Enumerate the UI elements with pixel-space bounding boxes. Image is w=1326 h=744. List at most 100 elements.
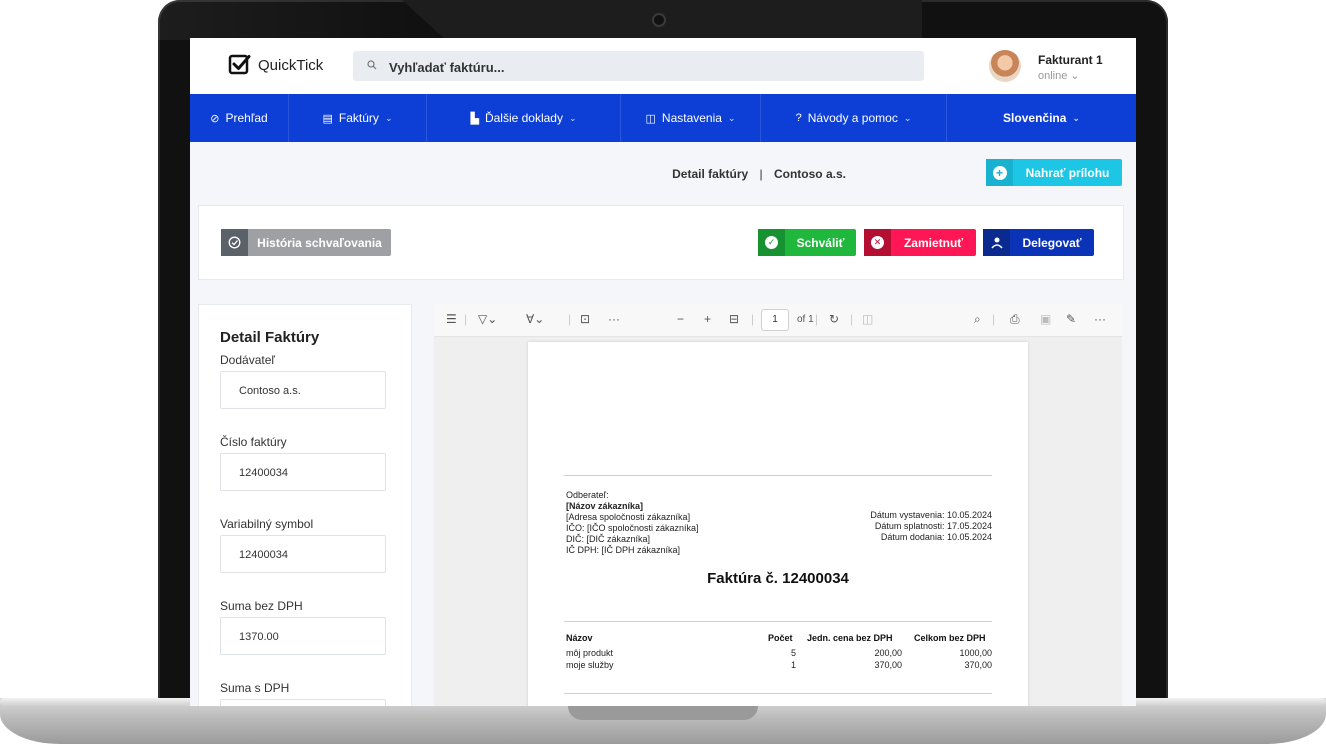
toolbar-divider: | (568, 312, 572, 326)
pdf-toolbar: ☰ | ▽⌄ ∀⌄ | ⊡ ··· − + ⊟ | 1 of 1 | ↻ | ◫… (434, 304, 1122, 337)
help-icon: ? (795, 112, 802, 124)
search-icon (367, 60, 377, 70)
app-screen: QuickTick Fakturant 1 online ⌄ ⊘ Prehľad… (190, 38, 1136, 706)
zoom-out-icon[interactable]: − (677, 312, 684, 326)
supplier-label: Dodávateľ (220, 353, 275, 367)
approval-history-button[interactable]: História schvaľovania (221, 229, 391, 256)
supplier-field[interactable]: Contoso a.s. (220, 371, 386, 409)
more-options-icon[interactable]: ··· (1094, 312, 1106, 326)
bezel-highlight (158, 0, 418, 40)
amount-excl-vat-label: Suma bez DPH (220, 599, 303, 613)
customer-label: Odberateľ: (566, 490, 609, 500)
chart-icon: ▙ (470, 112, 479, 125)
chevron-down-icon: ⌄ (568, 112, 577, 123)
save-icon[interactable]: ▣ (1040, 312, 1051, 326)
main-nav: ⊘ Prehľad ▤ Faktúry ⌄ ▙ Ďalšie doklady ⌄… (190, 94, 1136, 142)
due-date: Dátum splatnosti: 17.05.2024 (874, 521, 992, 531)
draw-icon[interactable]: ∀⌄ (526, 312, 544, 326)
amount-incl-vat-field[interactable] (220, 699, 386, 706)
highlight-icon[interactable]: ▽⌄ (478, 312, 497, 326)
zoom-in-icon[interactable]: + (704, 312, 711, 326)
row-name: môj produkt (566, 648, 614, 658)
approval-actions-card: História schvaľovania ✓ Schváliť ✕ Zamie… (198, 205, 1124, 280)
search-icon[interactable]: ⌕ (974, 312, 981, 327)
chevron-down-icon: ⌄ (1072, 112, 1080, 123)
variable-symbol-field[interactable]: 12400034 (220, 535, 386, 573)
nav-label: Návody a pomoc (807, 111, 898, 125)
row-qty: 5 (790, 648, 796, 658)
approve-label: Schváliť (796, 235, 845, 250)
delivery-date: Dátum dodania: 10.05.2024 (880, 532, 992, 542)
invoice-number-field[interactable]: 12400034 (220, 453, 386, 491)
delegate-button[interactable]: Delegovať (983, 229, 1094, 256)
variable-symbol-label: Variabilný symbol (220, 517, 314, 531)
pdf-divider (564, 693, 992, 694)
nav-label: Faktúry (338, 111, 379, 125)
toolbar-divider: | (815, 312, 819, 326)
breadcrumb-company[interactable]: Contoso a.s. (774, 167, 846, 181)
webcam (652, 13, 666, 27)
column-header: Počet (768, 633, 793, 643)
toolbar-divider: | (751, 312, 755, 326)
outline-icon[interactable]: ☰ (446, 312, 457, 326)
breadcrumb-page[interactable]: Detail faktúry (672, 167, 748, 181)
page-view-icon[interactable]: ◫ (862, 312, 873, 326)
close-icon: ✕ (864, 229, 891, 256)
row-name: moje služby (566, 660, 614, 670)
column-header: Celkom bez DPH (914, 633, 986, 643)
reject-button[interactable]: ✕ Zamietnuť (864, 229, 976, 256)
row-total: 370,00 (964, 660, 992, 670)
nav-item-navody[interactable]: ? Návody a pomoc ⌄ (761, 94, 947, 142)
invoice-number-label: Číslo faktúry (220, 435, 287, 449)
amount-excl-vat-field[interactable]: 1370.00 (220, 617, 386, 655)
pdf-viewer: ☰ | ▽⌄ ∀⌄ | ⊡ ··· − + ⊟ | 1 of 1 | ↻ | ◫… (434, 304, 1122, 706)
user-status-dropdown[interactable]: online ⌄ (1038, 69, 1080, 82)
reject-label: Zamietnuť (903, 235, 964, 250)
plus-circle-icon: + (986, 159, 1013, 186)
row-unit-price: 200,00 (874, 648, 902, 658)
history-label: História schvaľovania (257, 235, 382, 250)
top-header: QuickTick Fakturant 1 online ⌄ (190, 38, 1136, 94)
text-box-icon[interactable]: ⊡ (580, 312, 590, 326)
search-bar[interactable] (353, 51, 924, 83)
toolbar-divider: | (992, 312, 996, 326)
column-header: Jedn. cena bez DPH (807, 633, 893, 643)
column-header: Názov (566, 633, 593, 643)
delegate-label: Delegovať (1022, 235, 1082, 250)
laptop-hinge (568, 706, 758, 720)
search-input[interactable] (387, 51, 911, 83)
issue-date: Dátum vystavenia: 10.05.2024 (870, 510, 992, 520)
invoice-title: Faktúra č. 12400034 (707, 570, 849, 587)
chevron-down-icon: ⌄ (903, 112, 912, 123)
language-selector[interactable]: Slovenčina ⌄ (947, 94, 1136, 142)
nav-item-nastavenia[interactable]: ◫ Nastavenia ⌄ (621, 94, 761, 142)
page-number-input[interactable]: 1 (761, 309, 789, 331)
panel-title: Detail Faktúry (220, 329, 320, 346)
customer-block: Odberateľ: [Názov zákazníka] [Adresa spo… (566, 490, 699, 556)
more-tools-icon[interactable]: ··· (608, 312, 620, 326)
breadcrumb: Detail faktúry | Contoso a.s. (672, 167, 846, 181)
nav-item-dalsie-doklady[interactable]: ▙ Ďalšie doklady ⌄ (427, 94, 621, 142)
approve-button[interactable]: ✓ Schváliť (758, 229, 856, 256)
row-qty: 1 (790, 660, 796, 670)
upload-label: Nahrať prílohu (1025, 165, 1110, 180)
toolbar-divider: | (850, 312, 854, 326)
brand-name[interactable]: QuickTick (258, 57, 323, 74)
row-unit-price: 370,00 (874, 660, 902, 670)
pdf-divider (564, 621, 992, 622)
user-avatar[interactable] (989, 50, 1021, 82)
nav-item-faktury[interactable]: ▤ Faktúry ⌄ (289, 94, 427, 142)
check-icon: ✓ (758, 229, 785, 256)
rotate-icon[interactable]: ↻ (829, 312, 839, 326)
invoice-icon: ▤ (322, 112, 333, 125)
pdf-page: Odberateľ: [Názov zákazníka] [Adresa spo… (528, 342, 1028, 706)
nav-item-prehlad[interactable]: ⊘ Prehľad (190, 94, 289, 142)
user-name[interactable]: Fakturant 1 (1038, 53, 1103, 67)
print-icon[interactable]: ⎙ (1010, 312, 1020, 327)
nav-label: Ďalšie doklady (484, 111, 563, 125)
customer-name: [Názov zákazníka] (566, 501, 644, 511)
upload-attachment-button[interactable]: + Nahrať prílohu (986, 159, 1122, 186)
customer-ico: IČO: [IČO spoločnosti zákazníka] (566, 523, 699, 533)
fit-page-icon[interactable]: ⊟ (729, 312, 739, 326)
save-as-icon[interactable]: ✎ (1066, 312, 1076, 326)
